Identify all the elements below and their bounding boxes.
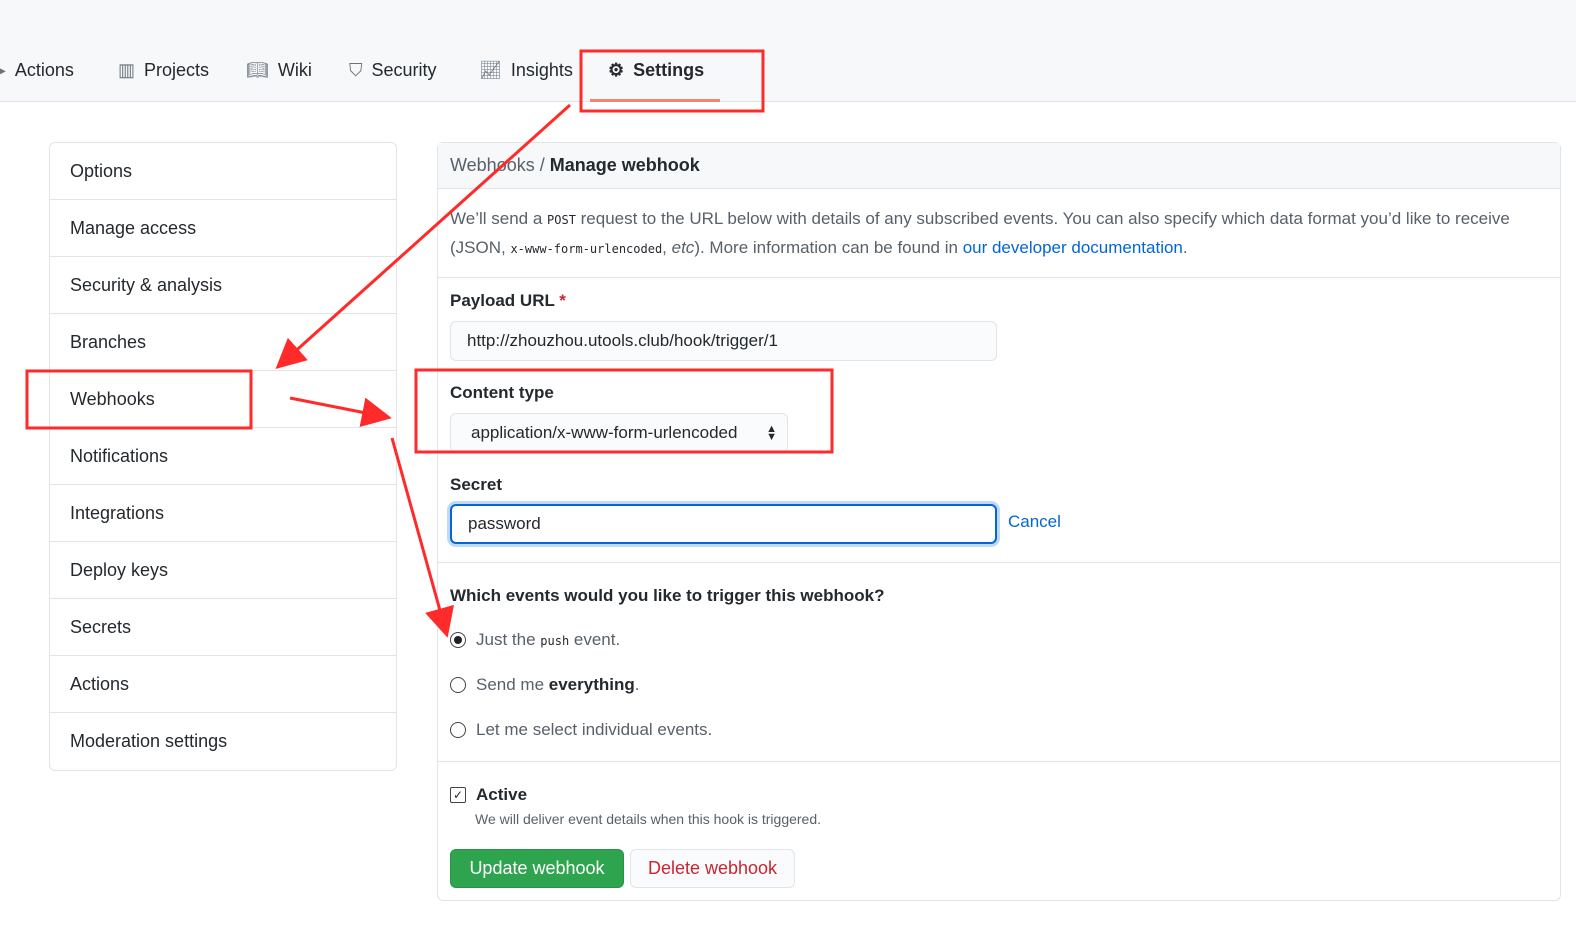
desc-text: etc — [671, 238, 695, 257]
developer-docs-link[interactable]: our developer documentation — [963, 238, 1183, 257]
select-arrows-icon: ▲ ▼ — [766, 423, 777, 443]
breadcrumb: Webhooks / Manage webhook — [438, 143, 1560, 189]
tab-wiki[interactable]: 📖︎ Wiki — [246, 60, 312, 81]
webhook-panel: Webhooks / Manage webhook We’ll send a P… — [437, 142, 1561, 901]
desc-text: ). More information can be found in — [694, 238, 963, 257]
book-icon: 📖︎ — [246, 60, 269, 80]
radio-push-event[interactable]: Just the push event. — [450, 630, 620, 650]
graph-icon: 📈︎ — [479, 60, 502, 80]
radio-unchecked-icon[interactable] — [450, 722, 466, 738]
sidebar-item-integrations[interactable]: Integrations — [50, 485, 396, 542]
tab-label: Wiki — [277, 60, 312, 80]
content-type-value: application/x-www-form-urlencoded — [471, 423, 738, 442]
active-note: We will deliver event details when this … — [475, 811, 822, 827]
radio-unchecked-icon[interactable] — [450, 677, 466, 693]
secret-input[interactable]: password — [450, 504, 997, 544]
secret-label: Secret — [450, 475, 502, 494]
shield-icon: ⛉ — [349, 60, 363, 80]
cancel-link[interactable]: Cancel — [1008, 512, 1061, 532]
sidebar-item-manage-access[interactable]: Manage access — [50, 200, 396, 257]
breadcrumb-separator: / — [534, 155, 550, 175]
sidebar-item-webhooks[interactable]: Webhooks — [50, 371, 396, 428]
checkbox-checked-icon[interactable]: ✓ — [450, 787, 466, 803]
desc-text: , — [662, 238, 672, 257]
tab-projects[interactable]: ▥ Projects — [118, 60, 209, 81]
radio-text: Let me select individual events. — [476, 720, 713, 739]
desc-text: We’ll send a — [450, 209, 548, 228]
required-marker: * — [559, 291, 566, 310]
tab-settings[interactable]: ⚙ Settings — [608, 60, 704, 81]
payload-url-input[interactable]: http://zhouzhou.utools.club/hook/trigger… — [450, 321, 997, 361]
settings-sidebar: Options Manage access Security & analysi… — [49, 142, 397, 771]
radio-text: . — [634, 675, 640, 694]
sidebar-item-security-analysis[interactable]: Security & analysis — [50, 257, 396, 314]
desc-code: x-www-form-urlencoded — [510, 242, 663, 256]
desc-code: POST — [547, 213, 576, 227]
divider — [438, 761, 1560, 762]
sidebar-item-actions[interactable]: Actions — [50, 656, 396, 713]
project-icon: ▥ — [118, 60, 136, 80]
payload-url-label: Payload URL * — [450, 291, 566, 311]
radio-text: event. — [569, 630, 621, 649]
page-title: Manage webhook — [549, 155, 700, 175]
content-type-select[interactable]: application/x-www-form-urlencoded ▲ ▼ — [450, 413, 788, 453]
sidebar-item-options[interactable]: Options — [50, 143, 396, 200]
tab-security[interactable]: ⛉ Security — [349, 60, 437, 81]
radio-text: Send me — [476, 675, 549, 694]
divider — [438, 562, 1560, 563]
tab-label: Insights — [510, 60, 573, 80]
tab-label: Settings — [633, 60, 705, 80]
update-webhook-button[interactable]: Update webhook — [450, 849, 624, 888]
radio-individual-events[interactable]: Let me select individual events. — [450, 720, 712, 740]
sidebar-item-deploy-keys[interactable]: Deploy keys — [50, 542, 396, 599]
sidebar-item-notifications[interactable]: Notifications — [50, 428, 396, 485]
radio-everything[interactable]: Send me everything. — [450, 675, 639, 695]
tab-label: Security — [371, 60, 437, 80]
play-icon: ▶ — [0, 60, 6, 81]
description: We’ll send a POST request to the URL bel… — [438, 189, 1560, 278]
tab-label: Projects — [144, 60, 210, 80]
active-label: Active — [476, 785, 528, 804]
events-question: Which events would you like to trigger t… — [450, 586, 885, 605]
radio-text: Just the — [476, 630, 541, 649]
desc-text: . — [1182, 238, 1188, 257]
radio-checked-icon[interactable] — [450, 632, 466, 648]
gear-icon: ⚙ — [608, 60, 625, 80]
content-type-label: Content type — [450, 383, 554, 402]
sidebar-item-secrets[interactable]: Secrets — [50, 599, 396, 656]
radio-text-bold: everything — [548, 675, 635, 694]
active-checkbox[interactable]: ✓ Active — [450, 785, 527, 805]
radio-code: push — [540, 634, 570, 648]
tab-insights[interactable]: 📈︎ Insights — [479, 60, 573, 81]
delete-webhook-button[interactable]: Delete webhook — [630, 849, 795, 888]
tab-actions[interactable]: ▶ Actions — [0, 60, 74, 81]
sidebar-item-moderation[interactable]: Moderation settings — [50, 713, 396, 770]
sidebar-item-branches[interactable]: Branches — [50, 314, 396, 371]
repo-nav: ▶ Actions ▥ Projects 📖︎ Wiki ⛉ Security 📈︎ In… — [0, 0, 1576, 102]
label-text: Payload URL — [450, 291, 555, 310]
breadcrumb-webhooks-link[interactable]: Webhooks — [450, 155, 535, 176]
tab-label: Actions — [14, 60, 74, 80]
selected-tab-underline — [590, 99, 720, 102]
